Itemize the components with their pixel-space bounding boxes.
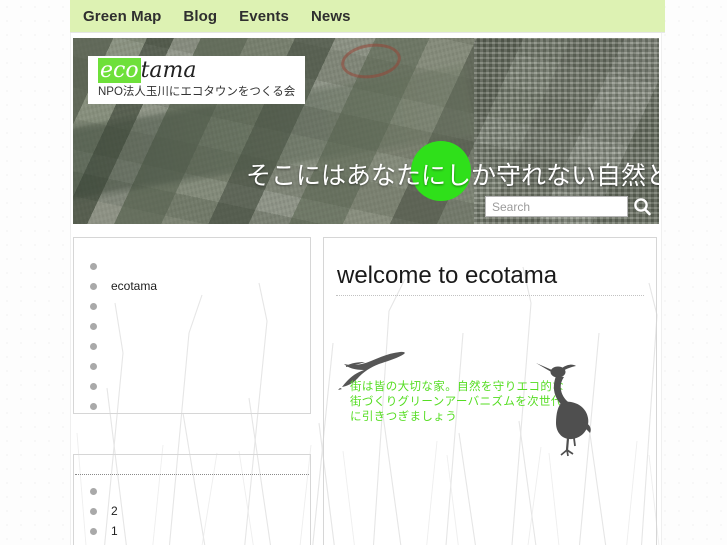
search-box [485, 196, 653, 217]
list-item[interactable] [74, 316, 310, 336]
sidebar: ecotama 2 1 [73, 237, 311, 545]
bullet-icon [90, 262, 97, 270]
list-item[interactable] [74, 336, 310, 356]
hero-banner: ecotama NPO法人玉川にエコタウンをつくる会 そこにはあなたにしか守れな… [73, 38, 659, 224]
logo-tagline: NPO法人玉川にエコタウンをつくる会 [98, 86, 296, 98]
list-item[interactable]: 2 [74, 501, 310, 521]
list-item-ecotama[interactable]: ecotama [74, 276, 310, 296]
search-input[interactable] [485, 196, 628, 217]
list-item[interactable]: 5DAY [74, 541, 310, 545]
page-canvas: ecotama NPO法人玉川にエコタウンをつくる会 そこにはあなたにしか守れな… [70, 33, 662, 545]
bullet-icon [90, 487, 97, 495]
title-underline [336, 295, 644, 296]
top-navigation-bar: Green Map Blog Events News [70, 0, 665, 33]
nav-item-news[interactable]: News [311, 8, 351, 25]
list-item[interactable] [74, 376, 310, 396]
hero-headline: そこにはあなたにしか守れない自然と歴史 [246, 162, 659, 190]
bullet-icon [90, 322, 97, 330]
bullet-icon [90, 302, 97, 310]
bullet-icon [90, 282, 97, 290]
page-title: welcome to ecotama [337, 262, 558, 289]
list-item[interactable] [74, 396, 310, 416]
bullet-icon [90, 507, 97, 515]
sidebar-panel-secondary: 2 1 5DAY [73, 454, 311, 545]
list-item-label: 2 [111, 504, 118, 518]
search-button[interactable] [630, 196, 653, 217]
intro-text: 街は皆の大切な家。自然を守りエコ的な 街づくりグリーンアーバニズムを次世代 に引… [350, 381, 565, 423]
logo-tama-text: tama [140, 58, 197, 83]
search-icon [633, 198, 651, 216]
list-item[interactable] [74, 296, 310, 316]
list-item[interactable]: 1 [74, 521, 310, 541]
list-item-label: ecotama [111, 279, 158, 293]
sidebar-panel-primary: ecotama [73, 237, 311, 414]
nav-item-events[interactable]: Events [239, 8, 289, 25]
bullet-icon [90, 402, 97, 410]
bullet-icon [90, 342, 97, 350]
logo-eco-text: eco [98, 58, 141, 83]
sidebar-primary-list: ecotama [74, 250, 310, 416]
nav-item-green-map[interactable]: Green Map [83, 8, 161, 25]
bullet-icon [90, 382, 97, 390]
nav-item-blog[interactable]: Blog [183, 8, 217, 25]
main-content-panel: welcome to ecotama 街は皆の大切な家。自然を守りエコ的な 街づ… [323, 237, 657, 545]
list-item[interactable] [74, 356, 310, 376]
list-item-label: 1 [111, 524, 118, 538]
logo-wordmark: ecotama [98, 58, 295, 83]
sidebar-panel-secondary-header [74, 455, 310, 474]
bullet-icon [90, 362, 97, 370]
list-item[interactable] [74, 256, 310, 276]
site-logo[interactable]: ecotama NPO法人玉川にエコタウンをつくる会 [88, 56, 306, 104]
bullet-icon [90, 527, 97, 535]
sidebar-secondary-list: 2 1 5DAY [74, 475, 310, 545]
list-item[interactable] [74, 481, 310, 501]
